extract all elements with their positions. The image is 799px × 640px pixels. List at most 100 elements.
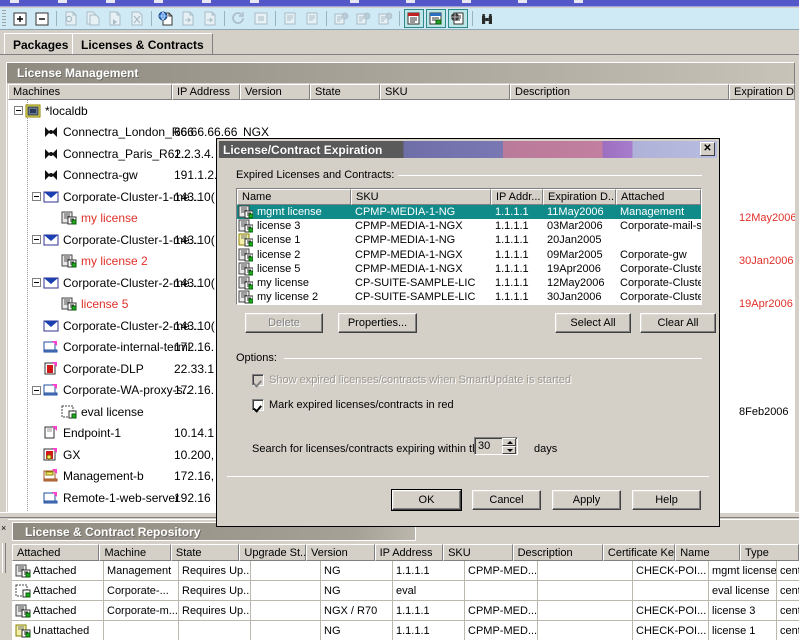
dialog-column-header[interactable]: IP Addr... xyxy=(491,189,543,205)
repository-row[interactable]: Attached Corporate-... Requires Up... NG eva… xyxy=(12,580,799,601)
license-expiration: 03Mar2006 xyxy=(547,220,603,233)
tree-expander-icon[interactable] xyxy=(32,192,41,202)
tab-licenses-and-contracts[interactable]: Licenses & Contracts xyxy=(72,33,213,55)
properties-button[interactable]: Properties... xyxy=(338,313,417,333)
expired-license-row[interactable]: my license CP-SUITE-SAMPLE-LIC 1.1.1.1 12Ma… xyxy=(237,276,701,290)
select-all-button[interactable]: Select All xyxy=(555,313,631,333)
tree-row[interactable]: *localdb xyxy=(8,100,795,122)
dialog-column-header[interactable]: Expiration D... xyxy=(543,189,616,205)
repository-column-header[interactable]: Certificate Key xyxy=(602,544,676,561)
menu-item-placeholder[interactable] xyxy=(250,0,259,3)
lm-column-header[interactable]: Version xyxy=(240,84,310,100)
expired-license-row[interactable]: mgmt license CPMP-MEDIA-1-NG 1.1.1.1 11May2… xyxy=(237,205,701,220)
splitter-close-icon[interactable]: × xyxy=(1,523,6,533)
expired-license-row[interactable]: license 3 CPMP-MEDIA-1-NGX 1.1.1.1 03Mar200… xyxy=(237,219,701,233)
dialog-column-header[interactable]: Name xyxy=(237,189,351,205)
spinner-arrows[interactable] xyxy=(502,438,516,454)
menu-item-placeholder[interactable] xyxy=(350,0,359,3)
repository-column-header[interactable]: Attached xyxy=(12,544,100,561)
license-sku: CP-SUITE-SAMPLE-LIC xyxy=(355,291,476,304)
repository-row[interactable]: Attached Corporate-m... Requires Up... NGX … xyxy=(12,600,799,621)
show-expired-on-startup-checkbox[interactable]: Show expired licenses/contracts when Sma… xyxy=(252,374,571,386)
repository-upgrade-status xyxy=(251,620,321,640)
search-days-value[interactable]: 30 xyxy=(475,440,502,452)
lm-column-header[interactable]: IP Address xyxy=(172,84,240,100)
tab-packages[interactable]: Packages xyxy=(4,33,78,55)
lm-column-header[interactable]: Description xyxy=(510,84,729,100)
delete-button[interactable]: Delete xyxy=(245,313,323,333)
menu-item-placeholder[interactable] xyxy=(406,0,415,3)
db-icon xyxy=(25,104,41,118)
repository-column-header[interactable]: SKU xyxy=(443,544,513,561)
spinner-up-icon[interactable] xyxy=(502,438,516,446)
repository-column-header[interactable]: Upgrade St... xyxy=(239,544,307,561)
menu-item-placeholder[interactable] xyxy=(574,0,583,3)
repository-column-header[interactable]: Version xyxy=(306,544,375,561)
expired-license-row[interactable]: my license 2 CP-SUITE-SAMPLE-LIC 1.1.1.1 30… xyxy=(237,290,701,304)
get-data-icon[interactable] xyxy=(156,9,176,28)
ok-button[interactable]: OK xyxy=(391,489,462,511)
dialog-column-header[interactable]: Attached xyxy=(616,189,701,205)
expired-license-row[interactable]: license 5 CPMP-MEDIA-1-NGX 1.1.1.1 19Apr200… xyxy=(237,262,701,276)
expired-license-row[interactable]: license 1 CPMP-MEDIA-1-NG 1.1.1.1 20Jan2005 xyxy=(237,233,701,247)
expand-all-icon[interactable] xyxy=(10,9,30,28)
repository-certificate-key-text: CHECK-POI... xyxy=(636,604,707,617)
collapse-all-icon[interactable] xyxy=(32,9,52,28)
repository-state-text: Requires Up... xyxy=(182,604,251,617)
repository-machine-text: Corporate-m... xyxy=(107,604,178,617)
menu-item-placeholder[interactable] xyxy=(154,0,163,3)
dialog-body: Expired Licenses and Contracts: Name SKU I… xyxy=(219,158,717,524)
repository-attached: Attached xyxy=(12,600,104,621)
clear-all-button[interactable]: Clear All xyxy=(640,313,716,333)
repository-name-text: license 3 xyxy=(712,604,756,617)
dialog-column-header[interactable]: SKU xyxy=(351,189,491,205)
splitter-grip[interactable] xyxy=(2,543,6,573)
license-expiration-icon[interactable] xyxy=(426,9,446,28)
left-splitter[interactable]: × xyxy=(0,519,8,640)
repository-column-header[interactable]: Type xyxy=(739,544,799,561)
repository-grid[interactable]: Attached Machine State Upgrade St... Version… xyxy=(12,544,799,640)
menu-item-placeholder[interactable] xyxy=(106,0,115,3)
license-ip: 1.1.1.1 xyxy=(495,262,529,275)
search-icon[interactable] xyxy=(477,9,497,28)
tree-expander-icon[interactable] xyxy=(14,106,23,116)
repository-row[interactable]: Attached Management Requires Up... NG 1.1.1.… xyxy=(12,560,799,581)
menu-item-placeholder[interactable] xyxy=(518,0,527,3)
license-ip: 1.1.1.1 xyxy=(495,234,529,247)
expired-license-row[interactable]: license 2 CPMP-MEDIA-1-NGX 1.1.1.1 09Mar200… xyxy=(237,248,701,262)
lm-column-header[interactable]: State xyxy=(310,84,380,100)
menu-item-placeholder[interactable] xyxy=(462,0,471,3)
apply-button[interactable]: Apply xyxy=(552,490,621,510)
repository-column-header[interactable]: Description xyxy=(512,544,603,561)
search-days-spinner[interactable]: 30 xyxy=(474,437,518,455)
dialog-title-bar[interactable]: License/Contract Expiration xyxy=(219,141,717,158)
toolbar-drag-handle[interactable] xyxy=(2,10,6,27)
repository-column-header[interactable]: State xyxy=(170,544,240,561)
tree-expander-icon[interactable] xyxy=(32,278,41,288)
tree-expander-icon[interactable] xyxy=(32,385,41,395)
repository-column-header[interactable]: Machine xyxy=(99,544,171,561)
expired-licenses-listview[interactable]: Name SKU IP Addr... Expiration D... Attached… xyxy=(236,188,702,305)
lm-column-header[interactable]: Machines xyxy=(8,84,172,100)
repository-column-header[interactable]: IP Address xyxy=(374,544,444,561)
dialog-close-button[interactable]: ✕ xyxy=(700,142,715,156)
menu-item-placeholder[interactable] xyxy=(58,0,67,3)
cancel-button[interactable]: Cancel xyxy=(472,490,541,510)
menu-item-placeholder[interactable] xyxy=(10,0,19,3)
stop-icon xyxy=(251,9,271,28)
menu-item-placeholder[interactable] xyxy=(202,0,211,3)
help-button[interactable]: Help xyxy=(632,490,701,510)
mark-expired-in-red-checkbox[interactable]: Mark expired licenses/contracts in red xyxy=(252,399,454,411)
spinner-down-icon[interactable] xyxy=(502,446,516,454)
repository-column-header[interactable]: Name xyxy=(675,544,740,561)
repository-type: central xyxy=(777,581,799,601)
lm-column-header[interactable]: Expiration D... xyxy=(729,84,795,100)
license-globe-icon[interactable] xyxy=(448,9,468,28)
repository-row[interactable]: Unattached NG 1.1.1.1 CPMP-MED... CHECK-POI.… xyxy=(12,620,799,640)
lm-column-header[interactable]: SKU xyxy=(380,84,510,100)
license-repository-icon[interactable] xyxy=(404,9,424,28)
license-icon xyxy=(237,262,253,276)
tree-expander-icon[interactable] xyxy=(32,235,41,245)
paste-package-icon xyxy=(105,9,125,28)
host-icon xyxy=(43,340,59,354)
